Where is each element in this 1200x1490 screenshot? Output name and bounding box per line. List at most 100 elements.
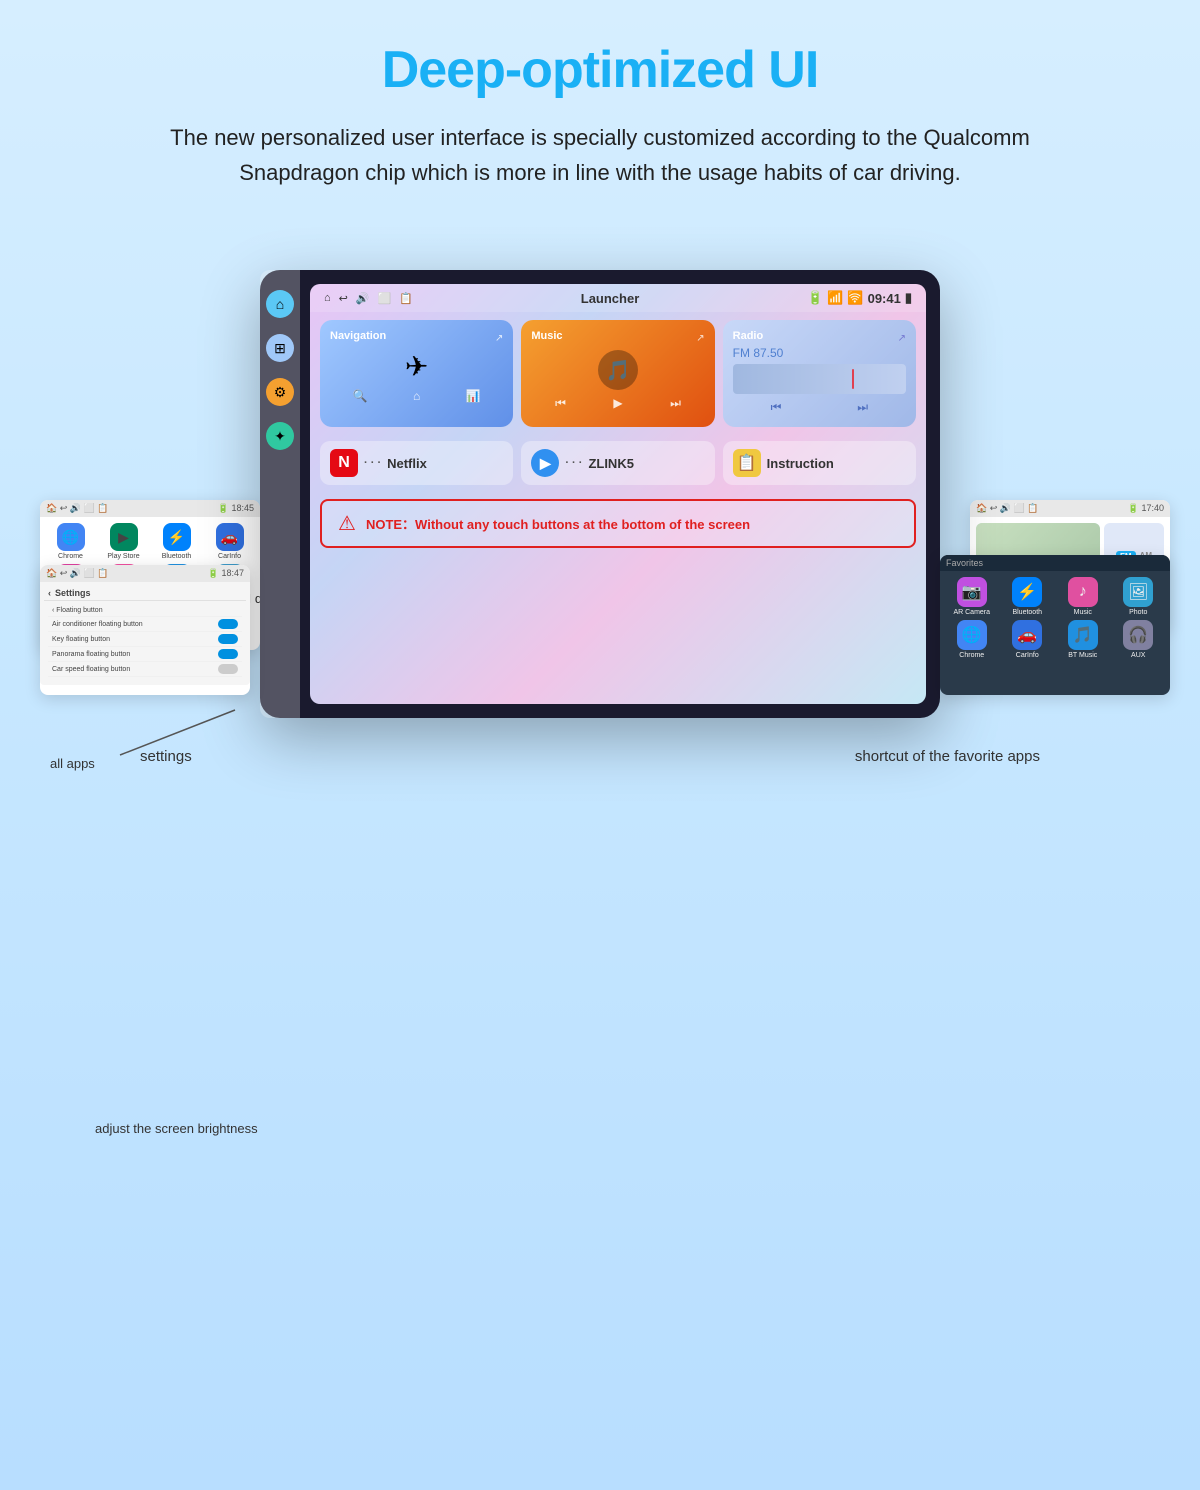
list-item[interactable]: 🎵 BT Music bbox=[1057, 620, 1109, 659]
page-title: Deep-optimized UI bbox=[0, 0, 1200, 120]
nav-search-icon[interactable]: 🔍 bbox=[353, 389, 368, 403]
brightness-side-button[interactable]: ✦ bbox=[266, 422, 294, 450]
annotation-brightness: adjust the screen brightness bbox=[95, 1120, 258, 1138]
warning-icon: ⚠ bbox=[338, 511, 356, 536]
list-item[interactable]: 🎧 AUX bbox=[1113, 620, 1165, 659]
settings-row: Panorama floating button bbox=[48, 647, 242, 662]
settings-side-button[interactable]: ⚙ bbox=[266, 378, 294, 406]
music-card-label: Music bbox=[531, 330, 562, 342]
main-content: 🏠 ↩ 🔊 ⬜ 📋 🔋 18:45 🌐 Chrome ▶ Play Store … bbox=[0, 220, 1200, 825]
device-screen: ⌂ ↩ 🔊 ⬜ 📋 Launcher 🔋 📶 🛜 09:41 ▮ bbox=[310, 284, 926, 704]
settings-title-row: ‹ Settings ‹ Floating button Air conditi… bbox=[40, 582, 250, 685]
mini-allapps-time: 🔋 18:45 bbox=[218, 503, 254, 514]
status-bar-app-name: Launcher bbox=[581, 291, 640, 306]
mini-settings-content: ‹ Floating button Air conditioner floati… bbox=[44, 601, 246, 681]
settings-row: Air conditioner floating button bbox=[48, 617, 242, 632]
volume-nav-icon[interactable]: 🔊 bbox=[356, 292, 370, 305]
wifi-icon: 🛜 bbox=[847, 290, 863, 306]
battery-bar-icon: ▮ bbox=[905, 290, 912, 306]
list-item[interactable]: 📷 AR Camera bbox=[946, 577, 998, 616]
radio-card[interactable]: Radio ↗ FM 87.50 ⏮ ⏭ bbox=[723, 320, 916, 427]
toggle-key[interactable] bbox=[218, 634, 238, 644]
carinfo-icon: 🚗 bbox=[216, 523, 244, 551]
bottom-labels: settings shortcut of the favorite apps bbox=[60, 748, 1140, 765]
list-item[interactable]: 🚗 CarInfo bbox=[1002, 620, 1054, 659]
toggle-airconditioner[interactable] bbox=[218, 619, 238, 629]
nav-plane-icon: ✈ bbox=[330, 350, 503, 383]
radio-waveform bbox=[733, 364, 906, 394]
music-prev-icon[interactable]: ⏮ bbox=[555, 396, 566, 411]
zlink-dots: · · · bbox=[565, 457, 582, 469]
annotation-all-apps: all apps bbox=[50, 755, 95, 773]
settings-row: Car speed floating button bbox=[48, 662, 242, 677]
back-nav-icon[interactable]: ↩ bbox=[339, 292, 348, 305]
status-time: 09:41 bbox=[868, 291, 901, 306]
radio-next-icon[interactable]: ⏭ bbox=[857, 400, 868, 415]
list-item[interactable]: ♪ Music bbox=[1057, 577, 1109, 616]
settings-bottom-label: settings bbox=[140, 748, 192, 765]
mini-favapps-header: Favorites bbox=[940, 555, 1170, 571]
netflix-app[interactable]: N · · · Netflix bbox=[320, 441, 513, 485]
mini-settings-screen: 🏠 ↩ 🔊 ⬜ 📋 🔋 18:47 ‹ Settings ‹ Floating … bbox=[40, 565, 250, 695]
settings-row: Key floating button bbox=[48, 632, 242, 647]
list-item[interactable]: 🖼 Photo bbox=[1113, 577, 1165, 616]
instruction-icon: 📋 bbox=[733, 449, 761, 477]
music-play-icon[interactable]: ▶ bbox=[613, 396, 622, 411]
mini-favapps-screen: Favorites 📷 AR Camera ⚡ Bluetooth ♪ Musi… bbox=[940, 555, 1170, 695]
zlink-app[interactable]: ▶ · · · ZLINK5 bbox=[521, 441, 714, 485]
music-fav-icon: ♪ bbox=[1068, 577, 1098, 607]
photo-fav-icon: 🖼 bbox=[1123, 577, 1153, 607]
list-item[interactable]: 🌐 Chrome bbox=[946, 620, 998, 659]
list-item[interactable]: ▶ Play Store bbox=[99, 523, 148, 560]
bottom-apps-row: N · · · Netflix ▶ · · · ZLINK5 📋 Instruc… bbox=[310, 435, 926, 493]
window-nav-icon[interactable]: ⬜ bbox=[378, 292, 392, 305]
mini-settings-header: 🏠 ↩ 🔊 ⬜ 📋 🔋 18:47 bbox=[40, 565, 250, 582]
nav-home-icon[interactable]: ⌂ bbox=[413, 389, 420, 403]
netflix-icon: N bbox=[330, 449, 358, 477]
carinfo-fav-icon: 🚗 bbox=[1012, 620, 1042, 650]
home-nav-icon[interactable]: ⌂ bbox=[324, 292, 331, 304]
home-side-button[interactable]: ⌂ bbox=[266, 290, 294, 318]
music-card[interactable]: Music ↗ 🎵 ⏮ ▶ ⏭ bbox=[521, 320, 714, 427]
nav-chart-icon[interactable]: 📊 bbox=[466, 389, 481, 403]
list-item[interactable]: ⚡ Bluetooth bbox=[152, 523, 201, 560]
battery-icon: 🔋 bbox=[807, 290, 823, 306]
netflix-dots: · · · bbox=[364, 457, 381, 469]
navigation-card[interactable]: Navigation ↗ ✈ 🔍 ⌂ 📊 bbox=[320, 320, 513, 427]
nav-expand-icon[interactable]: ↗ bbox=[495, 333, 503, 344]
zlink-icon: ▶ bbox=[531, 449, 559, 477]
device-frame: ⌂ ⊞ ⚙ ✦ ⌂ ↩ 🔊 ⬜ 📋 Launcher bbox=[260, 270, 940, 718]
list-item[interactable]: 🚗 CarInfo bbox=[205, 523, 254, 560]
music-expand-icon[interactable]: ↗ bbox=[696, 333, 704, 344]
more-nav-icon[interactable]: 📋 bbox=[399, 292, 413, 305]
mini-settings-title: Settings bbox=[55, 588, 91, 598]
instruction-app[interactable]: 📋 Instruction bbox=[723, 441, 916, 485]
side-panel: ⌂ ⊞ ⚙ ✦ bbox=[260, 270, 300, 718]
radio-expand-icon[interactable]: ↗ bbox=[898, 333, 906, 344]
apps-side-button[interactable]: ⊞ bbox=[266, 334, 294, 362]
bluetooth-icon: ⚡ bbox=[163, 523, 191, 551]
radio-card-label: Radio bbox=[733, 330, 764, 342]
radio-needle bbox=[852, 369, 854, 389]
status-bar: ⌂ ↩ 🔊 ⬜ 📋 Launcher 🔋 📶 🛜 09:41 ▮ bbox=[310, 284, 926, 312]
arcamera-fav-icon: 📷 bbox=[957, 577, 987, 607]
bluetooth-fav-icon: ⚡ bbox=[1012, 577, 1042, 607]
status-bar-right: 🔋 📶 🛜 09:41 ▮ bbox=[807, 290, 912, 306]
radio-prev-icon[interactable]: ⏮ bbox=[771, 400, 782, 415]
settings-row: ‹ Floating button bbox=[48, 605, 242, 617]
playstore-icon: ▶ bbox=[110, 523, 138, 551]
toggle-carspeed[interactable] bbox=[218, 664, 238, 674]
settings-back-icon[interactable]: ‹ bbox=[48, 588, 51, 598]
status-bar-left: ⌂ ↩ 🔊 ⬜ 📋 bbox=[324, 292, 413, 305]
list-item[interactable]: ⚡ Bluetooth bbox=[1002, 577, 1054, 616]
note-text: NOTE：Without any touch buttons at the bo… bbox=[366, 514, 750, 533]
toggle-panorama[interactable] bbox=[218, 649, 238, 659]
music-disc-icon: 🎵 bbox=[598, 350, 638, 390]
chrome-fav-icon: 🌐 bbox=[957, 620, 987, 650]
music-next-icon[interactable]: ⏭ bbox=[670, 396, 681, 411]
page-subtitle: The new personalized user interface is s… bbox=[0, 120, 1200, 220]
instruction-label: Instruction bbox=[767, 456, 834, 471]
radio-freq-display: FM 87.50 bbox=[733, 346, 906, 360]
netflix-label: Netflix bbox=[387, 456, 427, 471]
list-item[interactable]: 🌐 Chrome bbox=[46, 523, 95, 560]
